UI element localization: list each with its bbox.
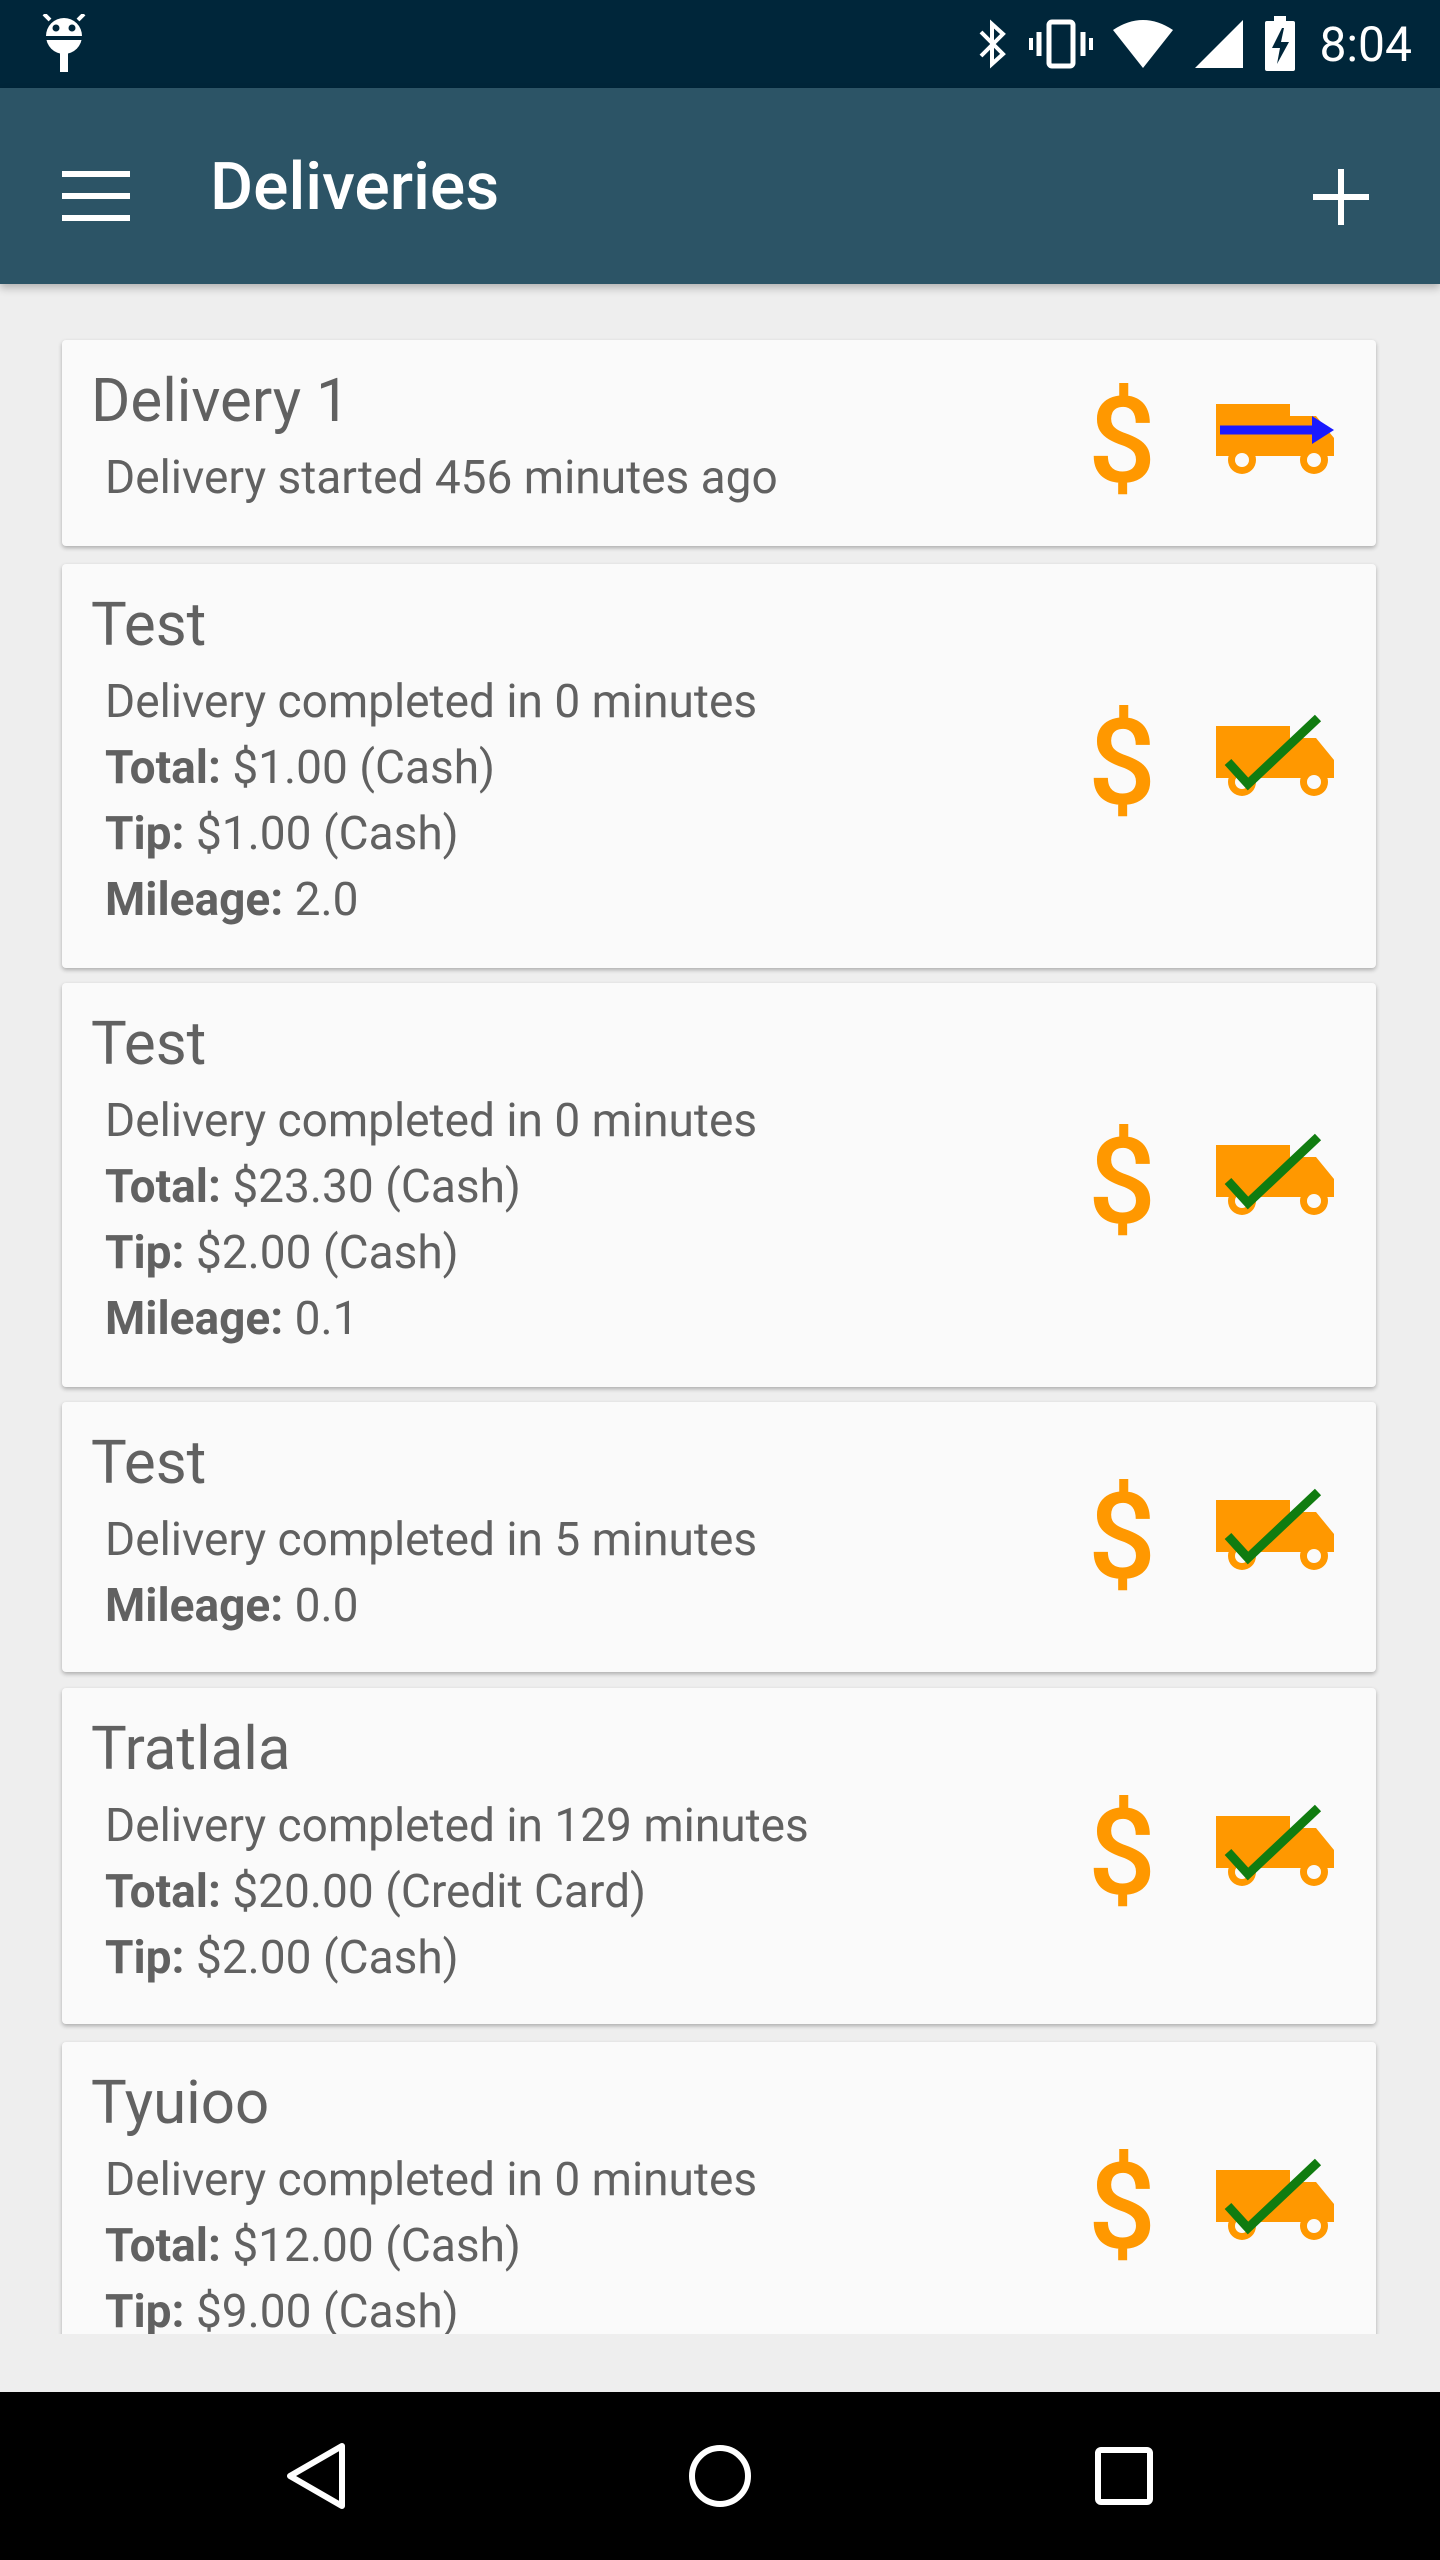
android-debug-icon [42,14,86,72]
back-icon [287,2443,345,2509]
detail-label: Total: [105,1865,221,1919]
dollar-icon: $ [1087,694,1157,834]
delivery-total: Total: $1.00 (Cash) [105,740,495,796]
truck-completed-icon [1216,714,1334,796]
delivery-tip: Tip: $2.00 (Cash) [105,1225,459,1281]
truck-in-transit-icon [1216,404,1334,474]
wifi-icon [1113,20,1174,68]
detail-value: 2.0 [294,873,359,927]
detail-value: $9.00 (Cash) [195,2285,459,2334]
truck-completed-icon [1216,1804,1334,1886]
delivery-name: Tyuioo [91,2067,270,2138]
delivery-total: Total: $23.30 (Cash) [105,1159,521,1215]
detail-label: Tip: [105,807,185,861]
detail-value: $12.00 (Cash) [232,2219,521,2273]
detail-value: 0.0 [294,1579,359,1633]
back-button[interactable] [264,2424,368,2528]
delivery-card[interactable]: Delivery 1 Delivery started 456 minutes … [62,340,1376,546]
delivery-list[interactable]: Delivery 1 Delivery started 456 minutes … [0,284,1440,2334]
delivery-card[interactable]: Tyuioo Delivery completed in 0 minutes T… [62,2042,1376,2334]
delivery-status: Delivery completed in 0 minutes [105,1094,758,1148]
delivery-status: Delivery started 456 minutes ago [105,451,778,505]
truck-completed-icon [1216,1133,1334,1215]
detail-label: Total: [105,2219,221,2273]
system-navigation-bar [0,2392,1440,2560]
detail-label: Total: [105,741,221,795]
signal-icon [1195,20,1244,68]
delivery-card[interactable]: Test Delivery completed in 5 minutes Mil… [62,1402,1376,1672]
detail-label: Tip: [105,1931,185,1985]
detail-label: Mileage: [105,873,284,927]
delivery-name: Delivery 1 [91,365,350,436]
delivery-name: Test [91,589,207,660]
delivery-tip: Tip: $2.00 (Cash) [105,1930,459,1986]
hamburger-menu-button[interactable] [48,148,144,244]
home-button[interactable] [668,2424,772,2528]
dollar-icon: $ [1087,1468,1157,1608]
dollar-icon: $ [1087,1113,1157,1253]
delivery-name: Tratlala [91,1713,291,1784]
battery-charging-icon [1265,16,1296,71]
delivery-card[interactable]: Tratlala Delivery completed in 129 minut… [62,1688,1376,2024]
delivery-name: Test [91,1427,207,1498]
delivery-mileage: Mileage: 0.1 [105,1291,358,1347]
bluetooth-icon [980,19,1007,69]
delivery-card[interactable]: Test Delivery completed in 0 minutes Tot… [62,983,1376,1387]
detail-label: Total: [105,1160,221,1214]
add-delivery-button[interactable] [1286,142,1396,252]
dollar-icon: $ [1087,1784,1157,1924]
detail-label: Tip: [105,2285,185,2334]
truck-completed-icon [1216,1488,1334,1570]
app-bar: Deliveries [0,88,1440,284]
detail-label: Tip: [105,1226,185,1280]
detail-value: $23.30 (Cash) [232,1160,521,1214]
delivery-tip: Tip: $1.00 (Cash) [105,806,459,862]
detail-value: 0.1 [294,1292,359,1346]
delivery-status: Delivery completed in 0 minutes [105,675,758,729]
plus-icon [1313,169,1369,225]
clock-time: 8:04 [1319,15,1412,73]
detail-value: $2.00 (Cash) [195,1226,459,1280]
detail-label: Mileage: [105,1579,284,1633]
delivery-status: Delivery completed in 129 minutes [105,1799,809,1853]
delivery-status: Delivery completed in 0 minutes [105,2153,758,2207]
detail-value: $20.00 (Credit Card) [232,1865,647,1919]
detail-value: $1.00 (Cash) [232,741,496,795]
dollar-icon: $ [1087,372,1157,512]
delivery-total: Total: $12.00 (Cash) [105,2218,521,2274]
home-icon [689,2445,751,2507]
delivery-total: Total: $20.00 (Credit Card) [105,1864,646,1920]
delivery-name: Test [91,1008,207,1079]
truck-completed-icon [1216,2158,1334,2240]
vibrate-icon [1029,19,1094,69]
recents-icon [1095,2447,1153,2505]
detail-value: $2.00 (Cash) [195,1931,459,1985]
delivery-mileage: Mileage: 2.0 [105,872,358,928]
hamburger-menu-icon [62,171,130,221]
detail-label: Mileage: [105,1292,284,1346]
delivery-card[interactable]: Test Delivery completed in 0 minutes Tot… [62,564,1376,968]
delivery-mileage: Mileage: 0.0 [105,1578,358,1634]
recents-button[interactable] [1072,2424,1176,2528]
delivery-status: Delivery completed in 5 minutes [105,1513,758,1567]
status-bar: 8:04 [0,0,1440,88]
dollar-icon: $ [1087,2138,1157,2278]
page-title: Deliveries [210,149,500,226]
delivery-tip: Tip: $9.00 (Cash) [105,2284,459,2334]
detail-value: $1.00 (Cash) [195,807,459,861]
